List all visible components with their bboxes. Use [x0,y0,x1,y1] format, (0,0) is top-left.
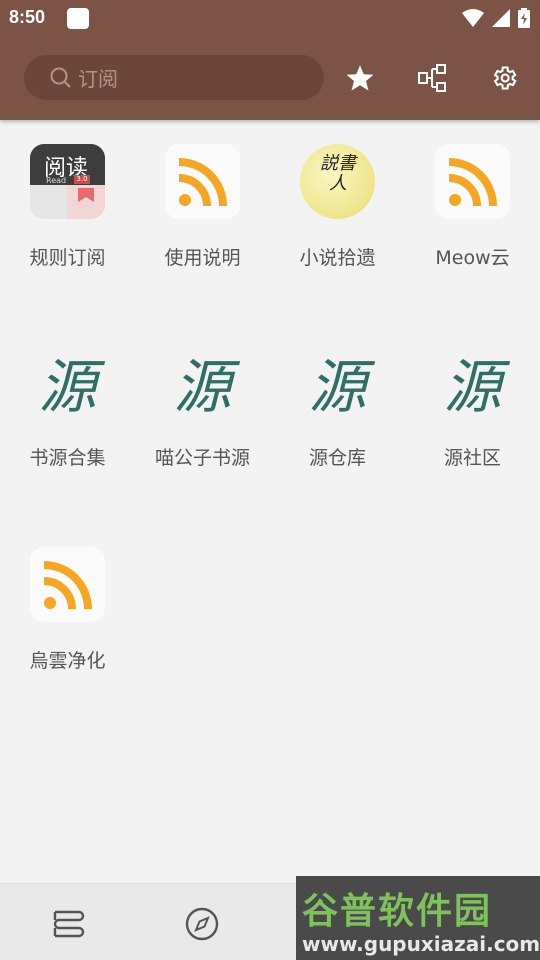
bookmark-icon [78,188,94,202]
yuan-icon: 源 [30,344,105,420]
subscription-tile[interactable]: 使用说明 [135,120,270,280]
search-icon [50,67,71,88]
watermark: 谷普软件园 www.gupuxiazai.com [296,876,540,960]
shuoshuren-text: 説書人 [320,153,356,194]
group-button[interactable] [414,60,450,96]
settings-button[interactable] [486,60,522,96]
yuan-icon: 源 [165,344,240,420]
yuan-icon: 源 [435,344,510,420]
yuan-glyph: 源 [173,352,232,420]
group-icon [418,64,446,92]
system-icons [462,6,530,30]
nav-discover[interactable] [182,904,222,944]
subscription-tile[interactable]: 阅读 Read 3.0 规则订阅 [0,120,135,280]
subscription-label: 烏雲净化 [29,650,106,672]
legado-read-app-icon: 阅读 Read 3.0 [30,144,105,219]
star-icon [346,65,374,91]
subscription-label: 使用说明 [164,247,241,269]
app-bar: 订阅 [0,36,540,120]
shuoshuren-icon: 説書人 [300,144,375,219]
subscription-label: 书源合集 [29,447,106,469]
subscription-label: 源社区 [443,447,501,469]
status-time: 8:50 [9,7,46,27]
search-placeholder: 订阅 [78,67,118,91]
rss-icon [30,547,105,622]
yuan-glyph: 源 [38,352,97,420]
battery-icon [518,8,530,28]
search-input[interactable]: 订阅 [24,55,324,100]
subscription-label: 源仓库 [308,447,366,469]
rss-icon [435,144,510,219]
yuan-glyph: 源 [308,352,367,420]
gear-icon [493,66,517,90]
subscription-label: 小说拾遗 [299,247,376,269]
watermark-url: www.gupuxiazai.com [302,932,540,956]
subscription-tile[interactable]: 烏雲净化 [0,523,135,683]
status-bar: 8:50 [0,0,540,36]
subscription-tile[interactable]: 源 喵公子书源 [135,320,270,500]
nav-bookshelf[interactable] [47,904,87,944]
app-icon-badge: 3.0 [74,175,90,184]
subscription-tile[interactable]: 源 源社区 [405,320,540,500]
subscription-label: 喵公子书源 [154,447,250,469]
subscription-tile[interactable]: 源 书源合集 [0,320,135,500]
rss-icon [165,144,240,219]
signal-icon [492,9,510,27]
watermark-title: 谷普软件园 [302,891,493,932]
subscription-tile[interactable]: Meow云 [405,120,540,280]
favorite-button[interactable] [342,60,378,96]
subscription-label: 规则订阅 [29,247,106,269]
yuan-icon: 源 [300,344,375,420]
yuan-glyph: 源 [443,352,502,420]
wifi-icon [462,9,484,27]
subscription-tile[interactable]: 説書人 小说拾遗 [270,120,405,280]
compass-icon [185,907,219,941]
bookshelf-icon [53,910,85,938]
app-icon-subtext: Read [46,176,67,185]
notification-icon [67,8,89,29]
subscription-label: Meow云 [435,247,510,269]
subscription-tile[interactable]: 源 源仓库 [270,320,405,500]
